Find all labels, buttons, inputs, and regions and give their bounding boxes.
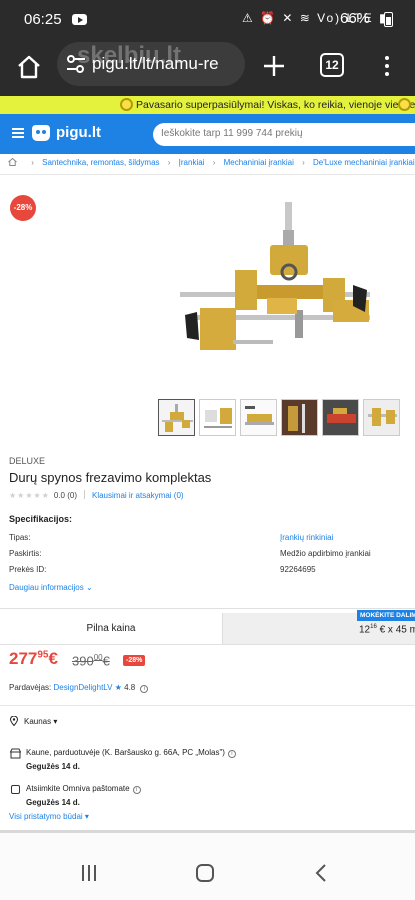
- battery-percent: 66%: [340, 10, 371, 27]
- rating-value: 0.0 (0): [53, 491, 77, 500]
- delivery-text: Atsiimkite Omniva paštomate: [26, 784, 130, 793]
- logo-text: pigu.lt: [56, 124, 101, 141]
- breadcrumb: › Santechnika, remontas, šildymas › Įran…: [8, 158, 415, 170]
- battery-icon: [384, 12, 393, 27]
- search-box[interactable]: [153, 123, 415, 146]
- chevron-down-icon: ▾: [84, 812, 89, 821]
- seller-row: Pardavėjas: DesignDelightLV ★ 4.8 i: [9, 683, 149, 693]
- chevron-down-icon: ▾: [53, 717, 58, 726]
- status-bar: 06:25 ⚠ ⏰ ✕ ≋ Vo) LTE ▮ 66%: [0, 0, 415, 40]
- rating-row: ★★★★★ 0.0 (0) Klausimai ir atsakymai (0): [9, 490, 184, 500]
- delivery-date: Gegužės 14 d.: [26, 762, 80, 771]
- thumbnail[interactable]: [240, 399, 277, 436]
- youtube-icon: [72, 14, 87, 25]
- divider: [0, 608, 415, 609]
- spec-key: Tipas:: [9, 533, 31, 542]
- installment-badge: MOKĖKITE DALIMIS: [357, 610, 415, 621]
- menu-icon[interactable]: [12, 128, 24, 138]
- thumbnail[interactable]: [199, 399, 236, 436]
- delivery-text: Kaune, parduotuvėje (K. Baršausko g. 66A…: [26, 748, 225, 757]
- thumbnail[interactable]: [363, 399, 400, 436]
- seller-score: 4.8: [124, 683, 136, 692]
- new-tab-icon[interactable]: [262, 54, 286, 78]
- breadcrumb-link[interactable]: Įrankiai: [179, 158, 205, 167]
- seller-link[interactable]: DesignDelightLV: [53, 683, 112, 692]
- promo-banner[interactable]: Pavasario superpasiūlymai! Viskas, ko re…: [0, 96, 415, 114]
- spec-key: Paskirtis:: [9, 549, 42, 558]
- spec-key: Prekės ID:: [9, 565, 47, 574]
- recent-apps-icon[interactable]: [80, 865, 98, 881]
- divider: [0, 644, 415, 645]
- specs-heading: Specifikacijos:: [9, 514, 73, 524]
- divider: [0, 705, 415, 706]
- info-icon[interactable]: i: [132, 786, 141, 794]
- product-title: Durų spynos frezavimo komplektas: [9, 470, 212, 485]
- thumbnail[interactable]: [158, 399, 195, 436]
- info-icon[interactable]: i: [140, 685, 149, 693]
- all-delivery-label: Visi pristatymo būdai: [9, 812, 83, 821]
- back-icon[interactable]: [314, 863, 328, 883]
- tab-full-price[interactable]: Pilna kaina: [0, 613, 222, 644]
- spec-value: Medžio apdirbimo įrankiai: [280, 549, 371, 558]
- seller-label: Pardavėjas:: [9, 683, 52, 692]
- browser-menu-icon[interactable]: [384, 54, 390, 78]
- site-settings-icon[interactable]: [65, 54, 87, 74]
- discount-percent-badge: -28%: [123, 655, 146, 666]
- thumbnail[interactable]: [281, 399, 318, 436]
- thumbnail[interactable]: [322, 399, 359, 436]
- logo-pig-icon: [32, 125, 50, 141]
- qa-link[interactable]: Klausimai ir atsakymai (0): [92, 491, 184, 500]
- store-icon: [10, 748, 21, 759]
- tab-switcher-button[interactable]: 12: [320, 53, 344, 77]
- breadcrumb-link[interactable]: Mechaniniai įrankiai: [224, 158, 294, 167]
- location-selector[interactable]: Kaunas ▾: [10, 716, 57, 726]
- info-icon[interactable]: i: [227, 750, 236, 758]
- promo-text: Pavasario superpasiūlymai! Viskas, ko re…: [136, 99, 415, 111]
- breadcrumb-link[interactable]: De'Luxe mechaniniai įrankiai: [313, 158, 415, 167]
- product-brand[interactable]: DELUXE: [9, 456, 45, 466]
- chevron-down-icon: ⌄: [85, 583, 93, 592]
- spec-value-link[interactable]: Įrankių rinkiniai: [280, 533, 333, 542]
- installment-amount: 1216 € x 45 mėn.: [359, 624, 415, 636]
- divider: [0, 174, 415, 175]
- location-pin-icon: [10, 716, 18, 726]
- delivery-date: Gegužės 14 d.: [26, 798, 80, 807]
- location-city: Kaunas: [24, 717, 52, 726]
- system-nav-bar: [0, 833, 415, 900]
- url-text: pigu.lt/lt/namu-re: [92, 54, 219, 73]
- home-nav-icon[interactable]: [196, 864, 214, 882]
- product-image[interactable]: [175, 200, 380, 370]
- more-info-link[interactable]: Daugiau informacijos ⌄: [9, 583, 93, 592]
- address-bar[interactable]: skelbiu.lt pigu.lt/lt/namu-re: [57, 42, 245, 86]
- current-price: 27795€: [9, 649, 58, 668]
- site-header: pigu.lt: [0, 114, 415, 154]
- search-input[interactable]: [161, 128, 411, 139]
- old-price: 39000€: [72, 653, 110, 669]
- flower-icon: [120, 98, 133, 111]
- star-icon: ★: [114, 683, 122, 692]
- flower-icon: [398, 98, 411, 111]
- breadcrumb-link[interactable]: Santechnika, remontas, šildymas: [42, 158, 159, 167]
- breadcrumb-home-icon[interactable]: [8, 158, 17, 166]
- discount-badge: -28%: [10, 195, 36, 221]
- home-icon[interactable]: [16, 54, 42, 80]
- all-delivery-link[interactable]: Visi pristatymo būdai ▾: [9, 812, 89, 821]
- status-time: 06:25: [24, 11, 62, 28]
- parcel-locker-icon: [11, 785, 20, 794]
- rating-stars: ★★★★★: [9, 491, 50, 500]
- browser-toolbar: skelbiu.lt pigu.lt/lt/namu-re 12: [0, 40, 415, 96]
- more-info-label: Daugiau informacijos: [9, 583, 84, 592]
- spec-value: 92264695: [280, 565, 316, 574]
